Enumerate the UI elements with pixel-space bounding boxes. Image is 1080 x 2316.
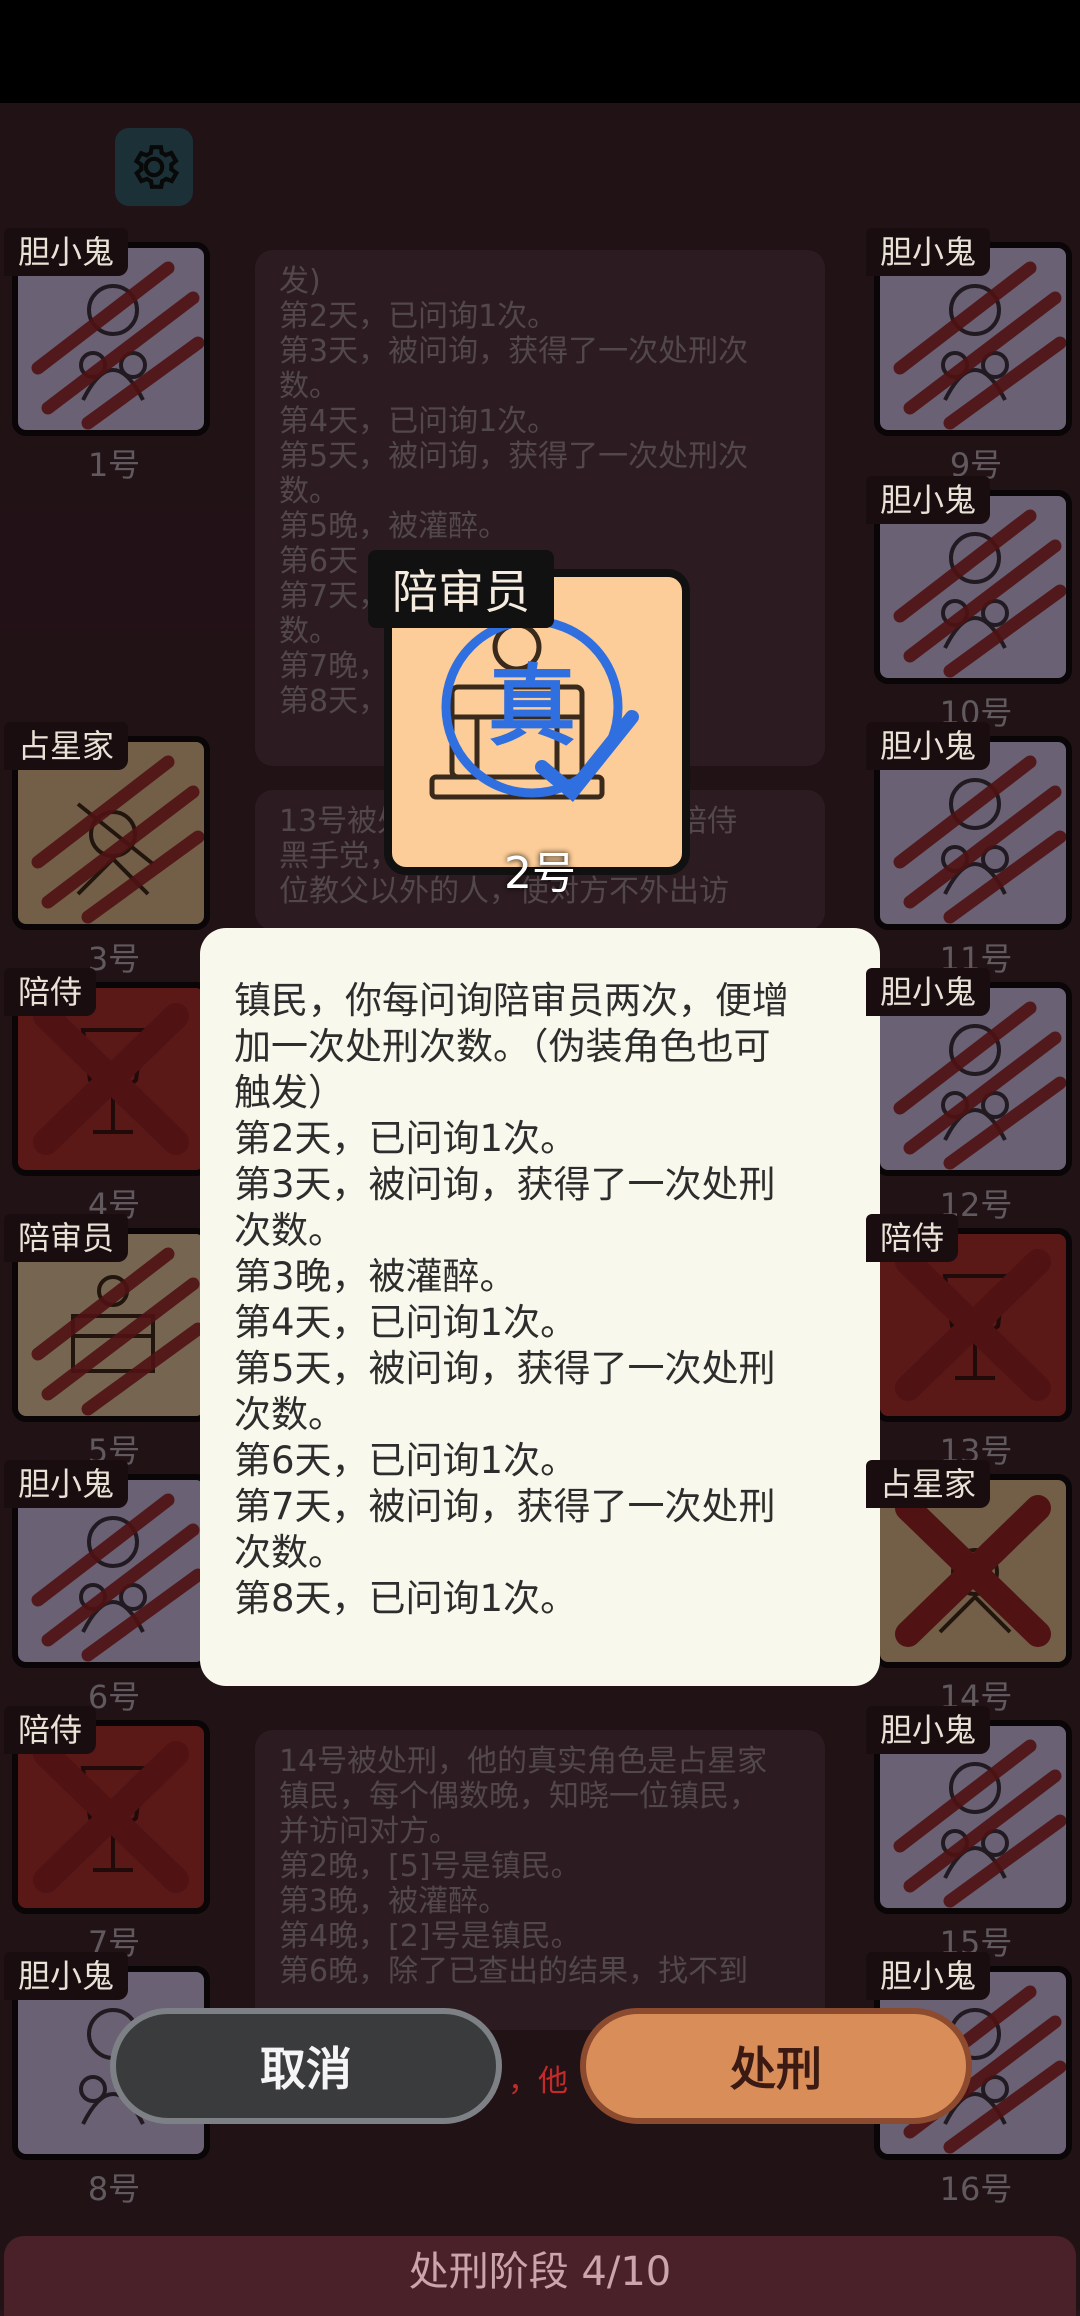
- log-line: 数。: [279, 474, 339, 509]
- popup-text-line: 次数。: [234, 1209, 345, 1252]
- juror-role-tag: 陪审员: [368, 550, 554, 628]
- player-card[interactable]: 陪审员 5号: [4, 1214, 214, 1470]
- role-tag: 胆小鬼: [866, 1952, 991, 2000]
- player-number: 16号: [939, 2170, 1013, 2208]
- log-line: 第6晚，除了已查出的结果，找不到: [279, 1954, 749, 1989]
- popup-text-line: 第3晚，被灌醉。: [234, 1255, 517, 1298]
- player-card[interactable]: 胆小鬼 1号: [4, 228, 214, 484]
- popup-text-line: 第4天，已问询1次。: [234, 1301, 578, 1344]
- role-tag: 胆小鬼: [866, 228, 991, 276]
- log-line: 发): [279, 264, 321, 299]
- status-bar: [0, 0, 1080, 103]
- popup-text-line: 镇民，你每问询陪审员两次，便增: [234, 979, 789, 1022]
- player-card[interactable]: 胆小鬼 11号: [866, 722, 1076, 978]
- role-tag: 陪侍: [4, 968, 97, 1016]
- popup-text-line: 次数。: [234, 1531, 345, 1574]
- player-card[interactable]: 陪侍 13号: [866, 1214, 1076, 1470]
- log-line: 第2晚，[5]号是镇民。: [279, 1849, 581, 1884]
- role-tag: 胆小鬼: [4, 228, 129, 276]
- popup-text-line: 第2天，已问询1次。: [234, 1117, 578, 1160]
- role-info-popup: 镇民，你每问询陪审员两次，便增 加一次处刑次数。（伪装角色也可 触发） 第2天，已问询…: [200, 928, 880, 1686]
- player-card[interactable]: 占星家 3号: [4, 722, 214, 978]
- player-card[interactable]: 胆小鬼 12号: [866, 968, 1076, 1224]
- log-line: 第2天，已问询1次。: [279, 299, 558, 334]
- log-line: 第4天，已问询1次。: [279, 404, 558, 439]
- execute-button[interactable]: 处刑: [580, 2008, 972, 2124]
- log-line: 数。: [279, 369, 339, 404]
- role-tag: 陪审员: [4, 1214, 129, 1262]
- role-tag: 胆小鬼: [866, 476, 991, 524]
- role-tag: 胆小鬼: [866, 968, 991, 1016]
- role-tag: 占星家: [866, 1460, 991, 1508]
- settings-button[interactable]: [115, 128, 193, 206]
- role-tag: 胆小鬼: [866, 1706, 991, 1754]
- popup-text-line: 第5天，被问询，获得了一次处刑: [234, 1347, 776, 1390]
- stamp-text: 真: [488, 655, 576, 758]
- hint-text: ，他: [508, 2064, 568, 2099]
- cancel-button[interactable]: 取消: [110, 2008, 502, 2124]
- log-line: 第5晚，被灌醉。: [279, 509, 509, 544]
- popup-text-line: 第7天，被问询，获得了一次处刑: [234, 1485, 776, 1528]
- log-line: 第3天，被问询，获得了一次处刑次: [279, 334, 749, 369]
- juror-number: 2号: [504, 848, 576, 899]
- log-line: 镇民，每个偶数晚，知晓一位镇民，: [279, 1779, 759, 1814]
- player-card[interactable]: 陪侍 7号: [4, 1706, 214, 1962]
- popup-text-line: 第8天，已问询1次。: [234, 1577, 578, 1620]
- popup-text-line: 加一次处刑次数。（伪装角色也可: [234, 1025, 771, 1068]
- log-line: 第3晚，被灌醉。: [279, 1884, 509, 1919]
- log-line: 第4晚，[2]号是镇民。: [279, 1919, 581, 1954]
- player-number: 1号: [87, 446, 141, 484]
- player-card[interactable]: 胆小鬼 9号: [866, 228, 1076, 484]
- log-line: 并访问对方。: [279, 1814, 459, 1849]
- role-tag: 胆小鬼: [4, 1952, 129, 2000]
- popup-text-line: 第3天，被问询，获得了一次处刑: [234, 1163, 776, 1206]
- player-card[interactable]: 胆小鬼 6号: [4, 1460, 214, 1716]
- player-card[interactable]: 陪侍 4号: [4, 968, 214, 1224]
- selected-player-card: 陪审员 真 2号: [368, 550, 700, 899]
- player-card[interactable]: 胆小鬼 15号: [866, 1706, 1076, 1962]
- role-tag: 胆小鬼: [866, 722, 991, 770]
- player-card[interactable]: 胆小鬼 10号: [866, 476, 1076, 732]
- gear-icon: [133, 145, 180, 189]
- role-tag: 占星家: [4, 722, 129, 770]
- player-number: 8号: [87, 2170, 141, 2208]
- player-card[interactable]: 占星家 14号: [866, 1460, 1076, 1716]
- log-panel-bottom: 14号被处刑，他的真实角色是占星家 镇民，每个偶数晚，知晓一位镇民， 并访问对方。第…: [255, 1730, 825, 2030]
- log-line: 14号被处刑，他的真实角色是占星家: [279, 1744, 768, 1779]
- log-line: 第5天，被问询，获得了一次处刑次: [279, 439, 749, 474]
- role-tag: 陪侍: [866, 1214, 959, 1262]
- popup-text-line: 次数。: [234, 1393, 345, 1436]
- role-tag: 胆小鬼: [4, 1460, 129, 1508]
- popup-text-line: 第6天，已问询1次。: [234, 1439, 578, 1482]
- popup-text-line: 触发）: [234, 1071, 345, 1114]
- phase-indicator: 处刑阶段 4/10: [4, 2236, 1076, 2316]
- role-tag: 陪侍: [4, 1706, 97, 1754]
